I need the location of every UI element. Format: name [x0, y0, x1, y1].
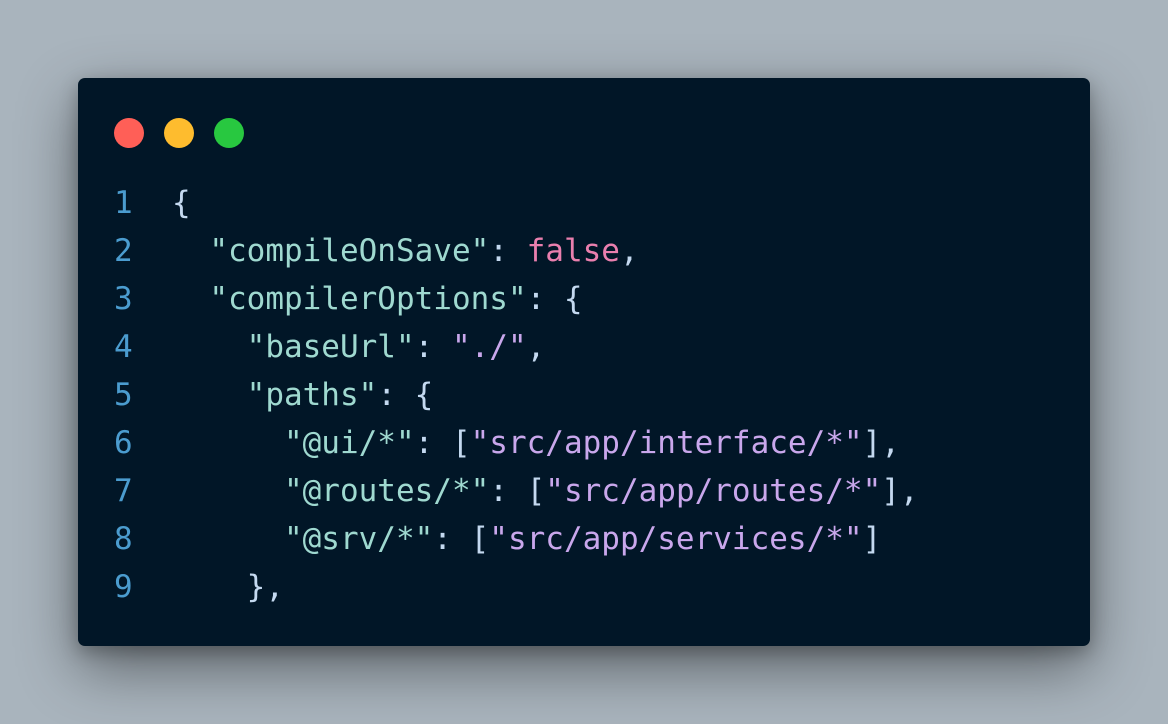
- token-punc: : [: [414, 425, 471, 461]
- token-punc: :: [414, 329, 452, 365]
- token-punc: },: [246, 569, 284, 605]
- line-number: 2: [114, 233, 133, 269]
- line-content: "compilerOptions": {: [172, 281, 583, 317]
- token-punc: ],: [881, 473, 919, 509]
- line-content: },: [172, 569, 284, 605]
- maximize-button[interactable]: [214, 118, 244, 148]
- line-content: "baseUrl": "./",: [172, 329, 546, 365]
- line-content: {: [172, 185, 191, 221]
- code-line: 2 "compileOnSave": false,: [114, 227, 1070, 275]
- line-number: 4: [114, 329, 133, 365]
- token-key: "@routes/*": [283, 473, 490, 509]
- close-button[interactable]: [114, 118, 144, 148]
- token-punc: : [: [433, 521, 490, 557]
- line-number: 5: [114, 377, 133, 413]
- token-key: "compileOnSave": [209, 233, 490, 269]
- line-number: 7: [114, 473, 133, 509]
- token-str: "src/app/routes/*": [545, 473, 882, 509]
- line-content: "@srv/*": ["src/app/services/*"]: [172, 521, 881, 557]
- window-controls: [114, 118, 244, 148]
- line-number: 9: [114, 569, 133, 605]
- code-line: 9 },: [114, 563, 1070, 611]
- token-punc: : {: [377, 377, 434, 413]
- code-line: 8 "@srv/*": ["src/app/services/*"]: [114, 515, 1070, 563]
- minimize-button[interactable]: [164, 118, 194, 148]
- token-key: "compilerOptions": [209, 281, 527, 317]
- code-block: 1{2 "compileOnSave": false, 3 "compilerOp…: [114, 179, 1070, 611]
- token-punc: ],: [862, 425, 900, 461]
- line-content: "compileOnSave": false,: [172, 233, 639, 269]
- token-str: "src/app/services/*": [489, 521, 863, 557]
- token-str: "./": [451, 329, 527, 365]
- code-window: 1{2 "compileOnSave": false, 3 "compilerOp…: [78, 78, 1090, 646]
- token-punc: : [: [489, 473, 546, 509]
- token-punc: {: [172, 185, 191, 221]
- token-punc: ,: [619, 233, 639, 269]
- code-line: 6 "@ui/*": ["src/app/interface/*"],: [114, 419, 1070, 467]
- token-key: "baseUrl": [246, 329, 415, 365]
- token-bool: false: [526, 233, 620, 269]
- code-line: 4 "baseUrl": "./",: [114, 323, 1070, 371]
- token-punc: ]: [862, 521, 882, 557]
- line-number: 3: [114, 281, 133, 317]
- line-content: "@ui/*": ["src/app/interface/*"],: [172, 425, 900, 461]
- token-key: "@srv/*": [283, 521, 434, 557]
- token-punc: ,: [526, 329, 546, 365]
- token-key: "paths": [246, 377, 378, 413]
- code-line: 7 "@routes/*": ["src/app/routes/*"],: [114, 467, 1070, 515]
- line-number: 1: [114, 185, 133, 221]
- line-number: 6: [114, 425, 133, 461]
- token-punc: :: [489, 233, 527, 269]
- line-content: "paths": {: [172, 377, 434, 413]
- code-line: 3 "compilerOptions": {: [114, 275, 1070, 323]
- code-line: 5 "paths": {: [114, 371, 1070, 419]
- token-key: "@ui/*": [283, 425, 415, 461]
- line-content: "@routes/*": ["src/app/routes/*"],: [172, 473, 919, 509]
- token-str: "src/app/interface/*": [470, 425, 863, 461]
- line-number: 8: [114, 521, 133, 557]
- token-punc: : {: [526, 281, 583, 317]
- code-line: 1{: [114, 179, 1070, 227]
